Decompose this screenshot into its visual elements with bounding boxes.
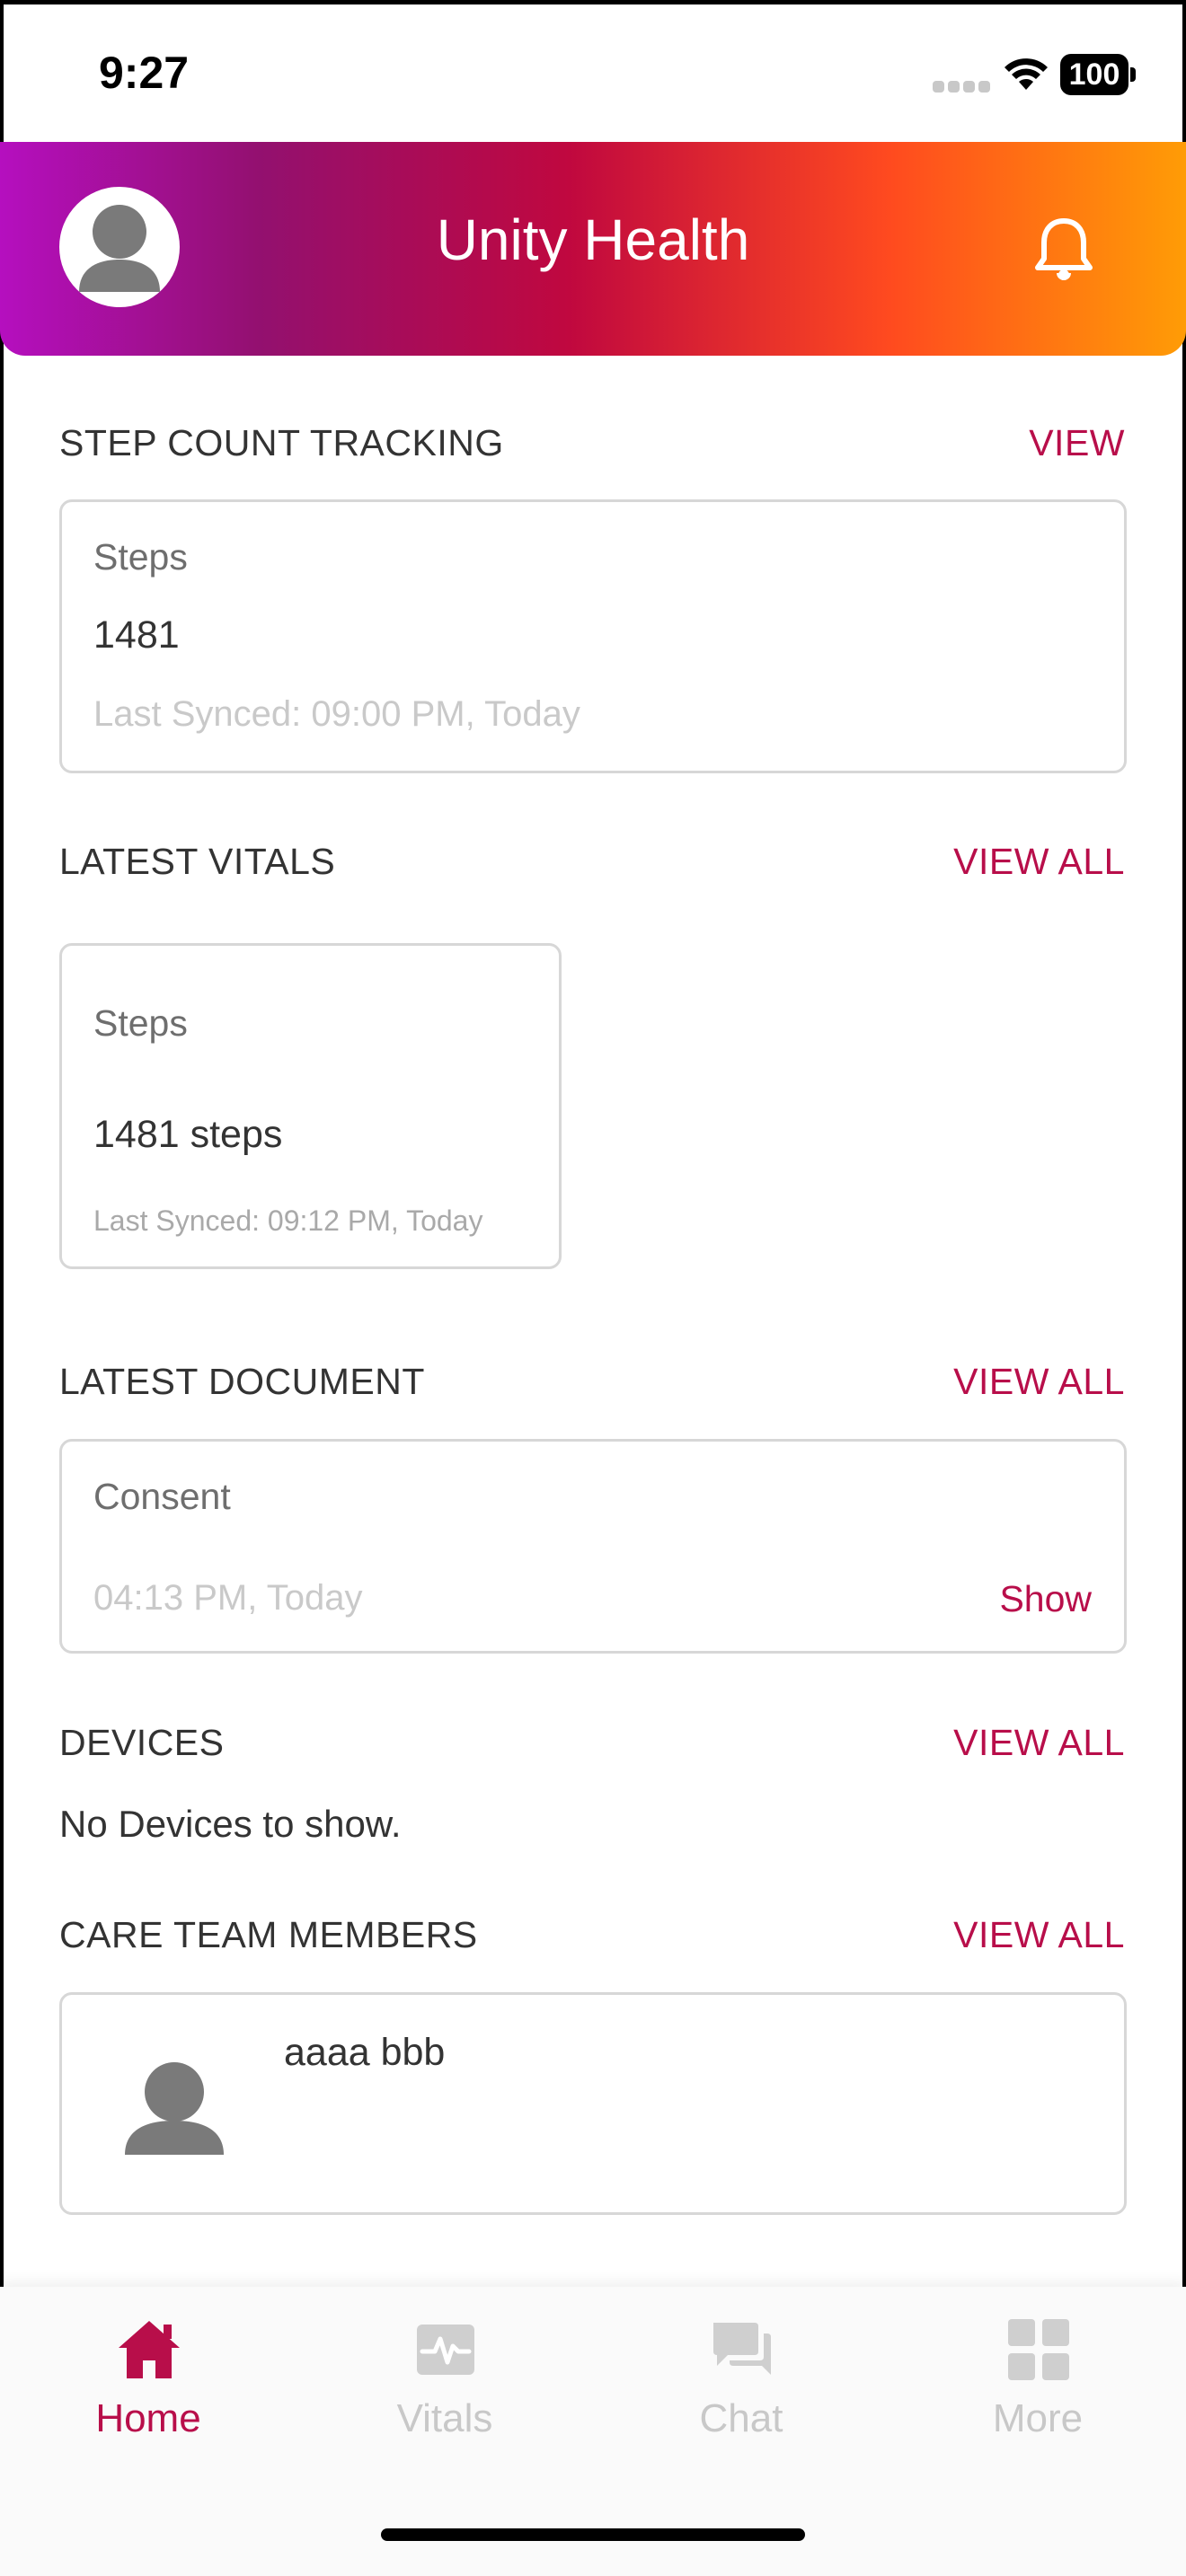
chat-icon [713,2323,771,2375]
tab-home[interactable]: Home [0,2287,296,2457]
vitals-icon [417,2325,474,2375]
care-team-title: CARE TEAM MEMBERS [59,1914,478,1955]
vitals-steps-card[interactable]: Steps 1481 steps Last Synced: 09:12 PM, … [59,943,562,1269]
tab-more[interactable]: More [890,2287,1186,2457]
vitals-card-value: 1481 steps [93,1113,283,1156]
care-team-member-card[interactable]: aaaa bbb [59,1992,1127,2215]
care-team-view-all-link[interactable]: VIEW ALL [953,1914,1125,1956]
step-tracking-value: 1481 [93,613,180,657]
tab-vitals-label: Vitals [396,2396,493,2440]
step-tracking-title: STEP COUNT TRACKING [59,422,504,463]
tab-home-label: Home [95,2396,201,2440]
wifi-icon [1005,58,1048,90]
step-tracking-synced: Last Synced: 09:00 PM, Today [93,694,580,734]
device-frame-left [0,0,4,2576]
document-show-button[interactable]: Show [999,1578,1092,1620]
battery-icon: 100 [1060,54,1136,95]
cellular-signal-icon [933,81,990,93]
document-title: LATEST DOCUMENT [59,1361,425,1402]
grid-icon [1008,2319,1069,2380]
tab-vitals[interactable]: Vitals [296,2287,593,2457]
home-indicator[interactable] [381,2528,805,2541]
home-icon [119,2321,180,2378]
vitals-card-synced: Last Synced: 09:12 PM, Today [93,1204,483,1237]
battery-level: 100 [1060,54,1128,95]
vitals-view-all-link[interactable]: VIEW ALL [953,841,1125,883]
vitals-title: LATEST VITALS [59,841,336,882]
notification-bell-icon[interactable] [1031,216,1096,284]
care-team-member-name: aaaa bbb [284,2031,446,2074]
step-tracking-card[interactable]: Steps 1481 Last Synced: 09:00 PM, Today [59,499,1127,773]
tab-chat[interactable]: Chat [593,2287,890,2457]
tab-more-label: More [992,2396,1084,2440]
devices-empty-text: No Devices to show. [59,1803,402,1845]
app-title: Unity Health [436,207,750,272]
step-tracking-view-link[interactable]: VIEW [1029,422,1125,464]
person-icon [125,2062,224,2155]
app-header: Unity Health [0,142,1186,356]
document-name: Consent [93,1476,231,1517]
device-frame-right [1182,0,1186,2576]
document-time: 04:13 PM, Today [93,1578,363,1618]
step-tracking-label: Steps [93,536,188,578]
tab-chat-label: Chat [699,2396,783,2440]
document-view-all-link[interactable]: VIEW ALL [953,1361,1125,1403]
document-card[interactable]: Consent 04:13 PM, Today Show [59,1439,1127,1654]
status-time: 9:27 [99,48,190,98]
status-bar: 9:27 100 [0,0,1186,142]
devices-title: DEVICES [59,1722,225,1763]
devices-view-all-link[interactable]: VIEW ALL [953,1722,1125,1764]
vitals-card-label: Steps [93,1002,188,1044]
